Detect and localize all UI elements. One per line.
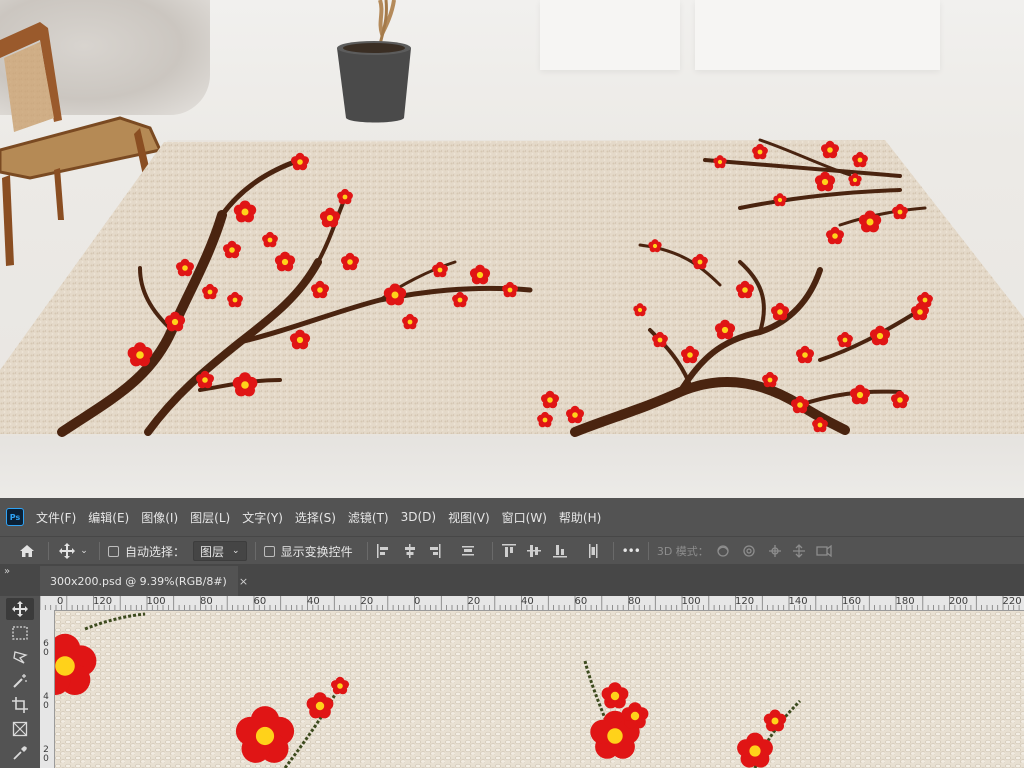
ruler-label: 20 — [467, 596, 481, 607]
3d-slide-icon[interactable] — [792, 544, 805, 558]
ruler-label: 60 — [574, 596, 588, 607]
align-vcenter-icon[interactable] — [526, 545, 541, 557]
room-scene — [0, 0, 1024, 437]
marquee-icon[interactable] — [6, 622, 34, 644]
ruler-label: 6 0 — [43, 639, 49, 658]
ruler-label: 4 0 — [43, 692, 49, 711]
eyedropper-icon[interactable] — [6, 742, 34, 764]
ruler-label: 80 — [628, 596, 641, 607]
ruler-label: 100 — [681, 596, 701, 607]
menu-type[interactable]: 文字(Y) — [242, 509, 283, 526]
3d-mode-buttons — [717, 544, 832, 558]
auto-select-dropdown[interactable]: 图层 ⌄ — [193, 541, 247, 561]
menu-bar: Ps 文件(F) 编辑(E) 图像(I) 图层(L) 文字(Y) 选择(S) 滤… — [0, 498, 1024, 536]
separator — [491, 542, 493, 560]
move-icon[interactable] — [6, 598, 34, 620]
tool-preset-chevron-icon[interactable]: ⌄ — [77, 546, 91, 556]
align-left-icon[interactable] — [376, 544, 388, 558]
ruler-label: 80 — [200, 596, 213, 607]
menu-help[interactable]: 帮助(H) — [559, 509, 601, 526]
photoshop-logo-icon[interactable]: Ps — [6, 508, 24, 526]
menu-image[interactable]: 图像(I) — [141, 509, 178, 526]
photoshop-window: Ps 文件(F) 编辑(E) 图像(I) 图层(L) 文字(Y) 选择(S) 滤… — [0, 498, 1024, 768]
auto-select-checkbox[interactable] — [108, 545, 119, 557]
menu-layer[interactable]: 图层(L) — [190, 509, 230, 526]
distribute-vertical-icon[interactable] — [588, 544, 598, 558]
document-tab[interactable]: 300x200.psd @ 9.39%(RGB/8#) × — [40, 566, 248, 596]
ruler-label: 60 — [253, 596, 267, 607]
menu-filter[interactable]: 滤镜(T) — [348, 509, 389, 526]
crop-icon[interactable] — [6, 694, 34, 716]
align-right-icon[interactable] — [429, 544, 441, 558]
auto-select-value: 图层 — [200, 544, 225, 559]
align-hcenter-icon[interactable] — [404, 544, 415, 558]
separator — [366, 542, 368, 560]
ruler-label: 0 — [414, 596, 421, 607]
options-bar: ⌄ 自动选择： 图层 ⌄ 显示变换控件 ••• 3D 模式： — [0, 536, 1024, 565]
menu-edit[interactable]: 编辑(E) — [88, 509, 129, 526]
menu-select[interactable]: 选择(S) — [295, 509, 336, 526]
show-transform-label: 显示变换控件 — [280, 544, 353, 559]
ruler-label: 40 — [521, 596, 534, 607]
separator — [254, 542, 256, 560]
separator — [48, 542, 49, 560]
move-icon[interactable] — [57, 543, 77, 559]
separator — [647, 542, 649, 560]
3d-orbit-icon[interactable] — [717, 545, 729, 557]
align-vertical-buttons — [501, 544, 598, 558]
document-tab-bar: » 300x200.psd @ 9.39%(RGB/8#) × — [0, 564, 1024, 596]
panel-collapse-icon[interactable]: » — [4, 566, 10, 577]
ruler-label: 160 — [842, 596, 862, 607]
ruler-label: 40 — [307, 596, 320, 607]
show-transform-checkbox[interactable] — [263, 545, 275, 557]
separator — [612, 542, 614, 560]
align-top-icon[interactable] — [501, 544, 516, 557]
ruler-label: 200 — [949, 596, 969, 607]
separator — [99, 542, 100, 560]
ruler-label: 20 — [360, 596, 374, 607]
auto-select-label: 自动选择： — [125, 544, 186, 559]
3d-scale-icon[interactable] — [816, 544, 832, 558]
frame-icon[interactable] — [6, 718, 34, 740]
ruler-label: 180 — [895, 596, 915, 607]
ruler-label: 120 — [93, 596, 113, 607]
horizontal-ruler: 0 120 100 80 60 40 20 0 20 40 60 80 100 120 140 160 180 2… — [40, 596, 1024, 611]
document-canvas[interactable] — [55, 611, 1024, 768]
product-preview-photo — [0, 0, 1024, 498]
ruler-label: 100 — [146, 596, 166, 607]
lasso-icon[interactable] — [6, 646, 34, 668]
3d-roll-icon[interactable] — [743, 545, 755, 557]
magic-wand-icon[interactable] — [6, 670, 34, 692]
menu-file[interactable]: 文件(F) — [36, 509, 76, 526]
ruler-label: 0 — [57, 596, 64, 607]
vertical-ruler: 6 0 4 0 2 0 — [40, 610, 55, 768]
align-buttons — [376, 544, 474, 558]
3d-pan-icon[interactable] — [768, 545, 781, 557]
menu-view[interactable]: 视图(V) — [448, 509, 490, 526]
chevron-down-icon: ⌄ — [232, 546, 240, 556]
distribute-icon[interactable] — [461, 546, 474, 556]
home-icon[interactable] — [14, 544, 40, 558]
document-tab-title: 300x200.psd @ 9.39%(RGB/8#) — [50, 574, 227, 588]
tools-panel — [0, 596, 40, 768]
more-options-icon[interactable]: ••• — [622, 544, 641, 558]
menu-3d[interactable]: 3D(D) — [401, 510, 436, 524]
ruler-label: 120 — [735, 596, 755, 607]
ruler-label: 220 — [1002, 596, 1022, 607]
menu-window[interactable]: 窗口(W) — [502, 509, 547, 526]
canvas-artwork — [55, 611, 1024, 768]
ruler-label: 140 — [788, 596, 808, 607]
align-bottom-icon[interactable] — [552, 545, 567, 558]
close-icon[interactable]: × — [239, 575, 248, 588]
ruler-label: 2 0 — [43, 745, 49, 764]
potted-plant — [337, 0, 411, 123]
3d-mode-label: 3D 模式： — [656, 545, 709, 558]
